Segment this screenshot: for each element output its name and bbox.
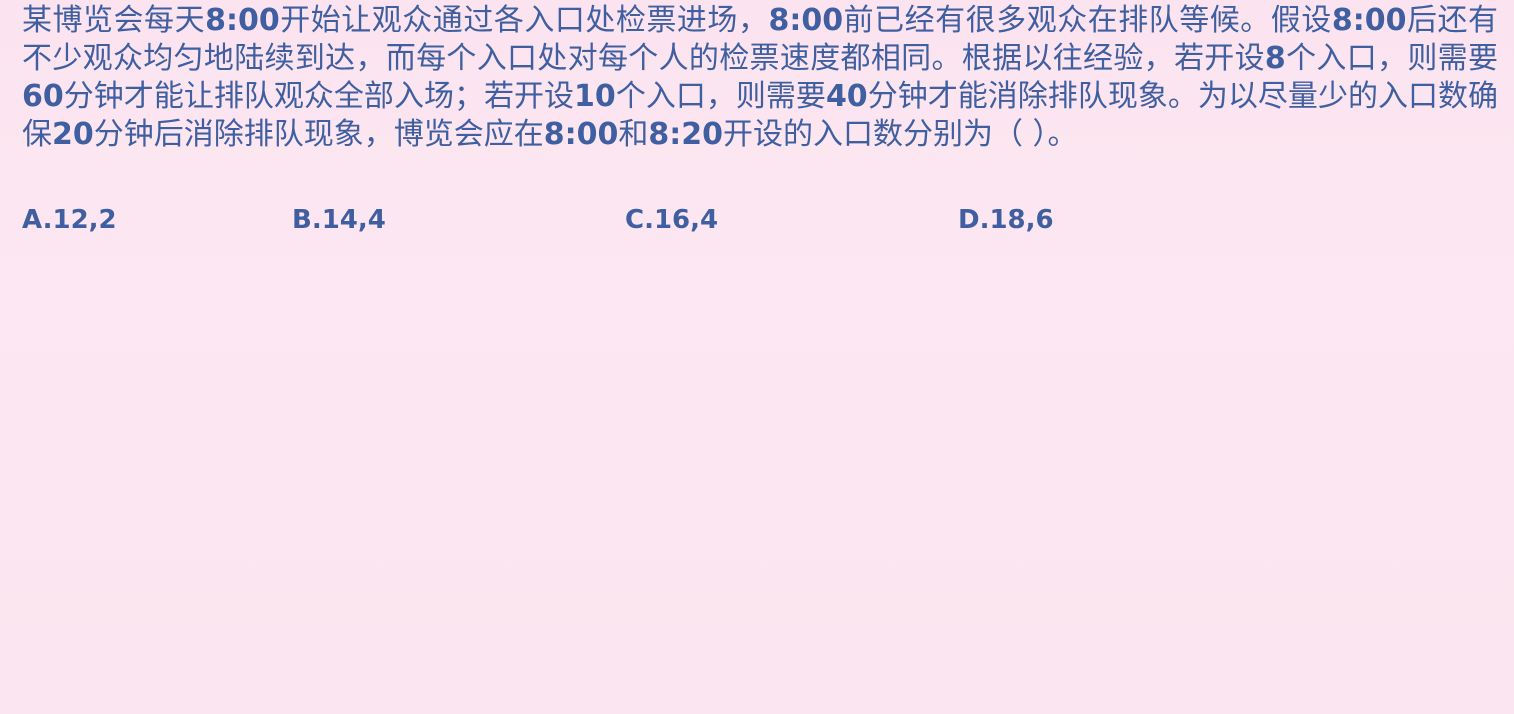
question-segment: 60 bbox=[22, 79, 64, 114]
question-segment: 开始让观众通过各入口处检票进场， bbox=[279, 3, 769, 38]
option-b[interactable]: B.14,4 bbox=[292, 202, 386, 238]
option-a[interactable]: A.12,2 bbox=[22, 202, 117, 238]
question-segment: 8:00 bbox=[543, 117, 619, 152]
question-segment: 开设的入口数分别为（ ）。 bbox=[723, 117, 1078, 152]
question-segment: 20 bbox=[52, 117, 94, 152]
question-segment: 8:00 bbox=[768, 3, 844, 38]
question-segment: 10 bbox=[574, 79, 616, 114]
question-text: 某博览会每天8:00开始让观众通过各入口处检票进场，8:00前已经有很多观众在排… bbox=[22, 2, 1498, 154]
slide-background: 某博览会每天8:00开始让观众通过各入口处检票进场，8:00前已经有很多观众在排… bbox=[0, 0, 1514, 714]
question-segment: 分钟才能让排队观众全部入场；若开设 bbox=[63, 79, 575, 114]
question-segment: 8 bbox=[1264, 41, 1286, 76]
question-segment: 8:00 bbox=[1331, 3, 1407, 38]
option-d[interactable]: D.18,6 bbox=[958, 202, 1054, 238]
option-c[interactable]: C.16,4 bbox=[625, 202, 718, 238]
answer-options: A.12,2 B.14,4 C.16,4 D.18,6 bbox=[22, 202, 1502, 238]
question-segment: 个入口，则需要 bbox=[1285, 41, 1499, 76]
question-segment: 和 bbox=[618, 117, 649, 152]
question-segment: 分钟后消除排队现象，博览会应在 bbox=[93, 117, 544, 152]
question-segment: 8:20 bbox=[648, 117, 723, 152]
question-segment: 40 bbox=[825, 79, 868, 114]
question-segment: 个入口，则需要 bbox=[615, 79, 826, 114]
question-segment: 某博览会每天 bbox=[22, 3, 206, 38]
question-segment: 8:00 bbox=[205, 3, 280, 38]
question-segment: 前已经有很多观众在排队等候。假设 bbox=[843, 3, 1332, 38]
